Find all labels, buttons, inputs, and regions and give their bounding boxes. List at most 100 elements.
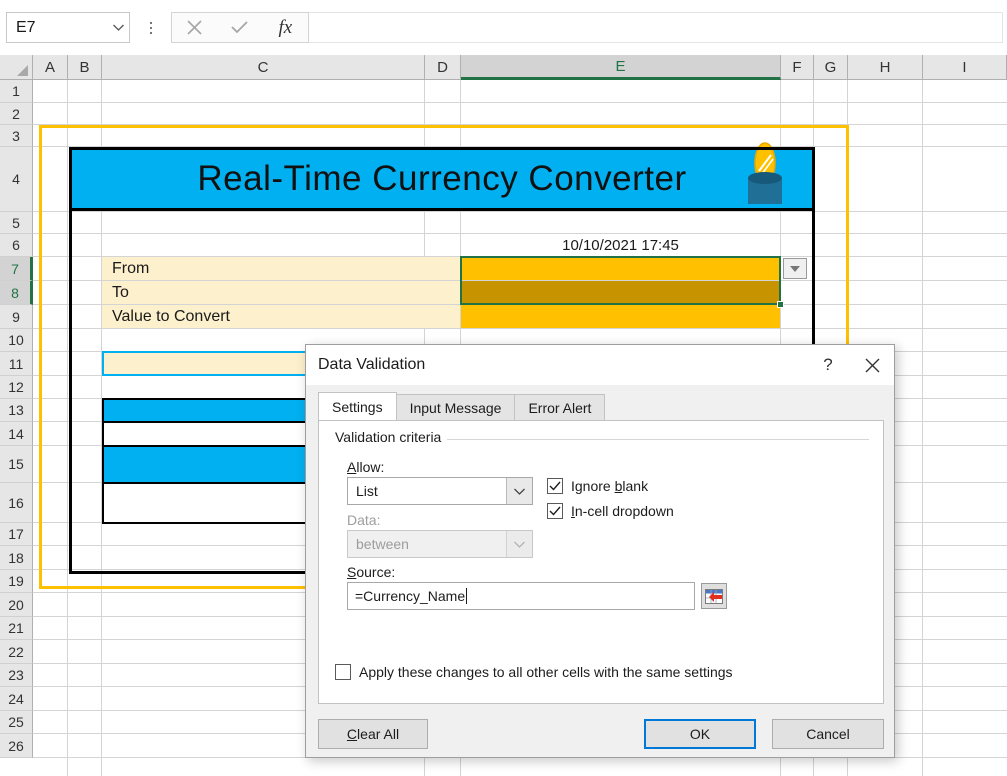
allow-select[interactable]: List: [347, 477, 533, 505]
tab-settings[interactable]: Settings: [318, 392, 397, 420]
dialog-body: Settings Input Message Error Alert Valid…: [306, 385, 894, 715]
dialog-titlebar[interactable]: Data Validation ?: [306, 345, 894, 385]
column-header-h[interactable]: H: [848, 55, 923, 80]
content-box-top: [69, 147, 815, 150]
cell-to-label[interactable]: To: [102, 281, 460, 304]
in-cell-dropdown-row[interactable]: In-cell dropdown: [547, 503, 674, 519]
fill-handle[interactable]: [777, 301, 784, 308]
cancel-icon[interactable]: [172, 13, 217, 42]
row-header-22[interactable]: 22: [0, 640, 33, 664]
named-range-border-left: [39, 125, 42, 589]
apply-all-row[interactable]: Apply these changes to all other cells w…: [335, 664, 733, 680]
column-header-a[interactable]: A: [33, 55, 68, 80]
in-cell-dropdown-button[interactable]: [783, 258, 807, 279]
row-header-14[interactable]: 14: [0, 422, 33, 446]
row-header-7[interactable]: 7: [0, 257, 33, 281]
tab-error-alert[interactable]: Error Alert: [514, 394, 606, 420]
name-box-value: E7: [16, 18, 36, 36]
label-from: From: [112, 259, 150, 277]
cell-e9-value-input[interactable]: [461, 305, 780, 328]
apply-all-checkbox[interactable]: [335, 664, 351, 680]
cell-e8-to-input[interactable]: [461, 281, 780, 304]
row-header-17[interactable]: 17: [0, 523, 33, 546]
row-header-19[interactable]: 19: [0, 570, 33, 593]
apply-all-label: Apply these changes to all other cells w…: [359, 664, 733, 680]
source-input[interactable]: =Currency_Name: [347, 582, 695, 610]
dialog-title: Data Validation: [318, 356, 426, 373]
row-header-26[interactable]: 26: [0, 734, 33, 758]
data-validation-dialog[interactable]: Data Validation ? Settings Input Message…: [305, 344, 895, 758]
chevron-down-icon[interactable]: [506, 478, 532, 504]
row-header-24[interactable]: 24: [0, 687, 33, 711]
content-box-left: [69, 147, 72, 574]
row-header-2[interactable]: 2: [0, 103, 33, 125]
formula-bar-grip: [144, 16, 158, 40]
dropdown-arrow-icon: [790, 265, 800, 272]
ignore-blank-checkbox[interactable]: [547, 478, 563, 494]
column-header-e[interactable]: E: [461, 55, 781, 80]
row-header-3[interactable]: 3: [0, 125, 33, 147]
row-header-12[interactable]: 12: [0, 376, 33, 399]
name-box[interactable]: E7: [6, 12, 130, 43]
ignore-blank-row[interactable]: Ignore blank: [547, 478, 648, 494]
validation-criteria-title: Validation criteria: [335, 429, 448, 445]
row-header-13[interactable]: 13: [0, 399, 33, 422]
gridline-v: [67, 80, 68, 776]
chevron-down-icon[interactable]: [107, 13, 129, 42]
column-header-b[interactable]: B: [68, 55, 102, 80]
row-header-10[interactable]: 10: [0, 329, 33, 352]
row-header-25[interactable]: 25: [0, 711, 33, 734]
row-header-4[interactable]: 4: [0, 147, 33, 212]
label-to: To: [112, 283, 129, 301]
settings-panel: Validation criteria Allow: List Data: be…: [318, 420, 884, 704]
in-cell-dropdown-checkbox[interactable]: [547, 503, 563, 519]
tab-input-message[interactable]: Input Message: [395, 394, 516, 420]
table-border-left: [102, 398, 104, 524]
check-icon: [549, 481, 561, 491]
row-header-23[interactable]: 23: [0, 664, 33, 687]
dialog-footer: Clear All OK Cancel: [306, 713, 894, 757]
row-header-16[interactable]: 16: [0, 483, 33, 523]
allow-label: Allow:: [347, 459, 385, 475]
row-header-6[interactable]: 6: [0, 234, 33, 257]
column-header-d[interactable]: D: [425, 55, 461, 80]
gridline-h: [33, 328, 1007, 329]
cancel-button[interactable]: Cancel: [772, 719, 884, 749]
help-icon[interactable]: ?: [806, 345, 850, 385]
cell-from-label[interactable]: From: [102, 257, 460, 280]
row-header-21[interactable]: 21: [0, 617, 33, 640]
row-header-5[interactable]: 5: [0, 212, 33, 234]
row-header-11[interactable]: 11: [0, 352, 33, 376]
text-caret: [466, 588, 468, 604]
column-header-f[interactable]: F: [781, 55, 814, 80]
insert-function-icon[interactable]: fx: [263, 13, 308, 42]
dialog-tabs[interactable]: Settings Input Message Error Alert: [318, 392, 606, 420]
allow-value: List: [356, 483, 378, 499]
formula-bar: E7 fx: [0, 0, 1007, 55]
formula-input[interactable]: [309, 12, 1003, 43]
column-header-c[interactable]: C: [102, 55, 425, 80]
row-header-8[interactable]: 8: [0, 281, 33, 305]
column-header-g[interactable]: G: [814, 55, 848, 80]
formula-bar-buttons: fx: [171, 12, 309, 43]
column-header-i[interactable]: I: [923, 55, 1007, 80]
row-header-18[interactable]: 18: [0, 546, 33, 570]
clear-all-button[interactable]: Clear All: [318, 719, 428, 749]
sheet-title-banner: Real-Time Currency Converter: [69, 142, 815, 211]
close-icon[interactable]: [850, 345, 894, 385]
cell-e7-from-input[interactable]: [461, 257, 780, 280]
check-icon[interactable]: [217, 13, 262, 42]
timestamp-value: 10/10/2021 17:45: [562, 236, 679, 254]
clear-all-label: Clear All: [346, 726, 400, 742]
row-header-1[interactable]: 1: [0, 80, 33, 103]
ok-label: OK: [689, 726, 711, 742]
range-select-icon[interactable]: [701, 583, 727, 609]
row-header-15[interactable]: 15: [0, 446, 33, 483]
ignore-blank-label: Ignore blank: [571, 478, 649, 494]
row-header-20[interactable]: 20: [0, 593, 33, 617]
row-header-9[interactable]: 9: [0, 305, 33, 329]
ok-button[interactable]: OK: [644, 719, 756, 749]
select-all-corner[interactable]: [0, 55, 33, 80]
timestamp-cell[interactable]: 10/10/2021 17:45: [461, 234, 780, 256]
cell-value-to-convert-label[interactable]: Value to Convert: [102, 305, 460, 328]
